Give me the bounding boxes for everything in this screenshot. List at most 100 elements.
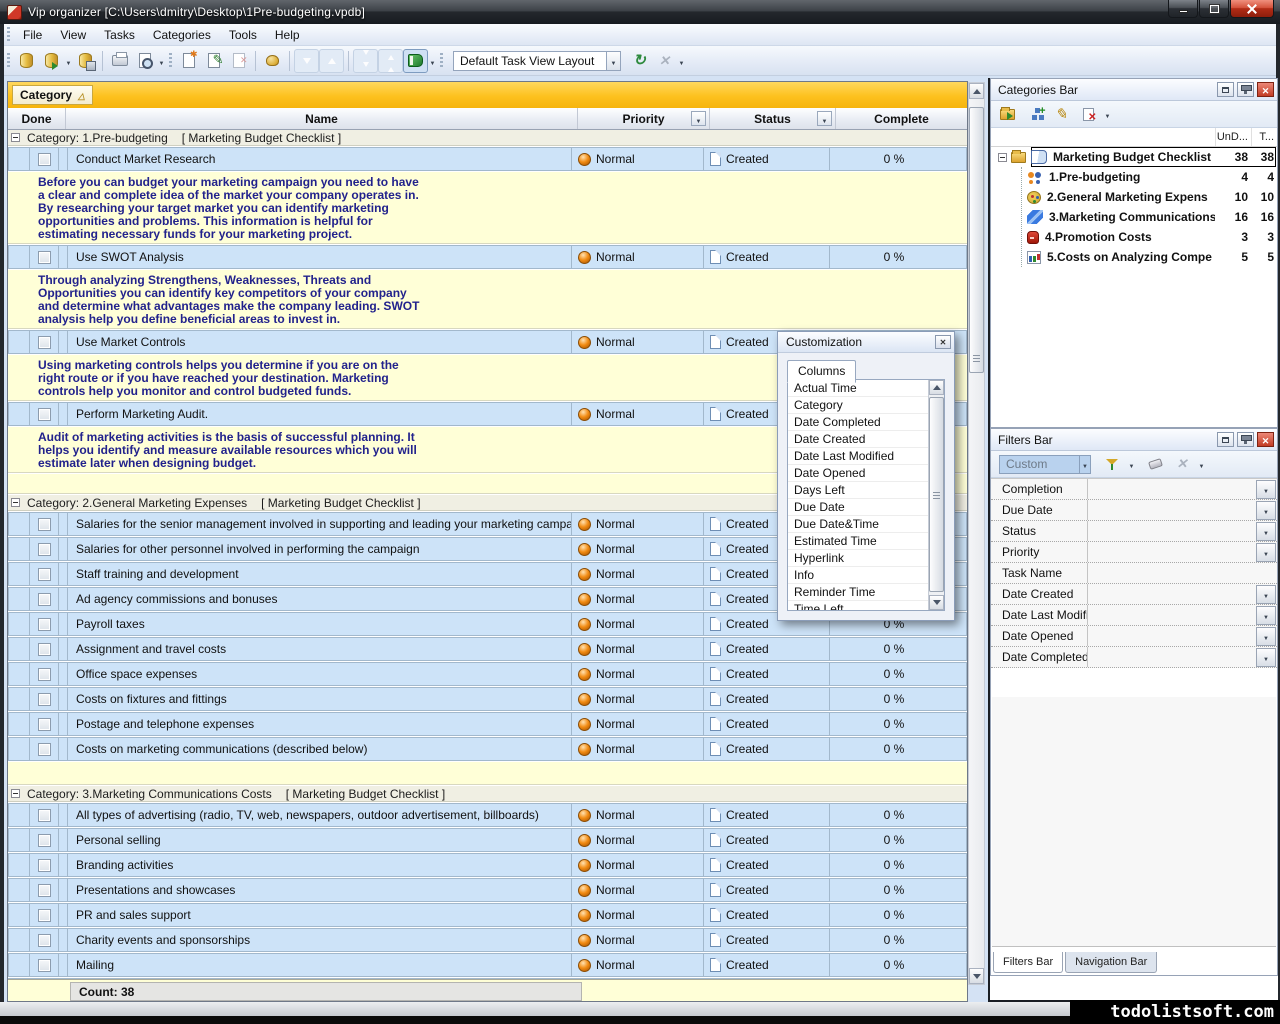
delete-task-button[interactable]: [226, 49, 251, 73]
task-name[interactable]: Office space expenses: [67, 663, 571, 685]
status-filter-dropdown[interactable]: [817, 111, 832, 126]
task-view-button[interactable]: [403, 49, 428, 73]
dialog-scrollbar[interactable]: [928, 380, 944, 610]
menu-tasks[interactable]: Tasks: [95, 25, 144, 45]
column-header-complete[interactable]: Complete: [836, 108, 967, 129]
new-subcategory-button[interactable]: [1022, 103, 1046, 125]
done-checkbox[interactable]: [38, 543, 51, 556]
column-header-done[interactable]: Done: [8, 108, 66, 129]
column-header-priority[interactable]: Priority: [578, 108, 710, 129]
task-row[interactable]: Conduct Market Research Normal Created 0…: [8, 147, 967, 171]
done-checkbox[interactable]: [38, 408, 51, 421]
done-checkbox[interactable]: [38, 668, 51, 681]
filter-dropdown-button[interactable]: [1256, 501, 1276, 520]
done-checkbox[interactable]: [38, 153, 51, 166]
grid-vertical-scrollbar[interactable]: [968, 82, 985, 985]
task-row[interactable]: Costs on fixtures and fittings Normal Cr…: [8, 687, 967, 711]
new-task-button[interactable]: [176, 49, 201, 73]
task-view-dropdown[interactable]: [428, 50, 437, 72]
done-checkbox[interactable]: [38, 593, 51, 606]
scrollbar-thumb[interactable]: [929, 397, 944, 592]
filter-preset-dropdown[interactable]: [1079, 456, 1090, 473]
filter-dropdown-button[interactable]: [1256, 585, 1276, 604]
task-row[interactable]: Mailing Normal Created 0 %: [8, 953, 967, 977]
panel-pin-button[interactable]: [1237, 82, 1254, 97]
move-up-button[interactable]: [319, 49, 344, 73]
column-list-item[interactable]: Reminder Time: [788, 584, 944, 601]
done-checkbox[interactable]: [38, 884, 51, 897]
filter-dropdown-button[interactable]: [1256, 606, 1276, 625]
done-checkbox[interactable]: [38, 743, 51, 756]
layout-combobox-dropdown[interactable]: [606, 52, 620, 70]
task-row[interactable]: Postage and telephone expenses Normal Cr…: [8, 712, 967, 736]
category-group-row[interactable]: Category: 1.Pre-budgeting [ Marketing Bu…: [8, 130, 967, 146]
task-name[interactable]: Presentations and showcases: [67, 879, 571, 901]
task-row[interactable]: PR and sales support Normal Created 0 %: [8, 903, 967, 927]
print-button[interactable]: [107, 49, 132, 73]
menu-categories[interactable]: Categories: [144, 25, 220, 45]
filter-row[interactable]: Completion: [991, 479, 1277, 500]
scroll-down-button[interactable]: [929, 595, 944, 610]
task-name[interactable]: All types of advertising (radio, TV, web…: [67, 804, 571, 826]
task-name[interactable]: Ad agency commissions and bonuses: [67, 588, 571, 610]
category-tree-item[interactable]: 4.Promotion Costs 3 3: [991, 227, 1277, 247]
filter-row[interactable]: Date Opened: [991, 626, 1277, 647]
minimize-button[interactable]: [1168, 0, 1198, 18]
task-name[interactable]: Costs on marketing communications (descr…: [67, 738, 571, 760]
done-checkbox[interactable]: [38, 251, 51, 264]
filters-toolbar-overflow[interactable]: [1197, 453, 1206, 475]
column-undone[interactable]: UnD...: [1215, 128, 1251, 146]
task-name[interactable]: PR and sales support: [67, 904, 571, 926]
filter-dropdown-button[interactable]: [1256, 543, 1276, 562]
task-name[interactable]: Staff training and development: [67, 563, 571, 585]
move-bottom-button[interactable]: [353, 49, 378, 73]
scroll-down-button[interactable]: [969, 968, 984, 984]
menu-help[interactable]: Help: [266, 25, 309, 45]
delete-filter-button[interactable]: [1170, 453, 1194, 475]
priority-filter-dropdown[interactable]: [691, 111, 706, 126]
panel-restore-button[interactable]: [1217, 432, 1234, 447]
layout-overflow-dropdown[interactable]: [677, 50, 686, 72]
done-checkbox[interactable]: [38, 693, 51, 706]
task-row[interactable]: Personal selling Normal Created 0 %: [8, 828, 967, 852]
done-checkbox[interactable]: [38, 834, 51, 847]
done-checkbox[interactable]: [38, 336, 51, 349]
collapse-icon[interactable]: [11, 133, 20, 142]
filter-row[interactable]: Date Last Modified: [991, 605, 1277, 626]
new-category-button[interactable]: [995, 103, 1019, 125]
filter-value[interactable]: [1088, 647, 1256, 667]
scrollbar-thumb[interactable]: [969, 107, 984, 373]
task-name[interactable]: Branding activities: [67, 854, 571, 876]
edit-task-button[interactable]: [201, 49, 226, 73]
panel-pin-button[interactable]: [1237, 432, 1254, 447]
column-header-status[interactable]: Status: [710, 108, 836, 129]
category-tree-item[interactable]: 5.Costs on Analyzing Compe 5 5: [991, 247, 1277, 267]
filter-row[interactable]: Due Date: [991, 500, 1277, 521]
task-name[interactable]: Salaries for the senior management invol…: [67, 513, 571, 535]
filter-row[interactable]: Task Name: [991, 563, 1277, 584]
tab-filters-bar[interactable]: Filters Bar: [993, 952, 1063, 973]
task-name[interactable]: Charity events and sponsorships: [67, 929, 571, 951]
filter-value[interactable]: [1088, 605, 1256, 625]
collapse-icon[interactable]: [11, 789, 20, 798]
collapse-icon[interactable]: [11, 498, 20, 507]
done-checkbox[interactable]: [38, 568, 51, 581]
task-row[interactable]: All types of advertising (radio, TV, web…: [8, 803, 967, 827]
task-name[interactable]: Personal selling: [67, 829, 571, 851]
done-checkbox[interactable]: [38, 809, 51, 822]
dialog-close-button[interactable]: [935, 335, 951, 349]
category-tree-item[interactable]: Marketing Budget Checklist 38 38: [991, 147, 1277, 167]
column-list-item[interactable]: Time Left: [788, 601, 944, 611]
task-name[interactable]: Payroll taxes: [67, 613, 571, 635]
filter-dropdown-button[interactable]: [1256, 480, 1276, 499]
task-row[interactable]: Costs on marketing communications (descr…: [8, 737, 967, 761]
tab-navigation-bar[interactable]: Navigation Bar: [1065, 952, 1157, 973]
menu-file[interactable]: File: [14, 25, 51, 45]
column-list-item[interactable]: Date Last Modified: [788, 448, 944, 465]
apply-filter-button[interactable]: [1100, 453, 1124, 475]
task-name[interactable]: Use Market Controls: [67, 331, 571, 353]
task-row[interactable]: Presentations and showcases Normal Creat…: [8, 878, 967, 902]
column-list-item[interactable]: Due Date&Time: [788, 516, 944, 533]
scroll-up-button[interactable]: [969, 83, 984, 99]
tab-columns[interactable]: Columns: [787, 360, 856, 383]
